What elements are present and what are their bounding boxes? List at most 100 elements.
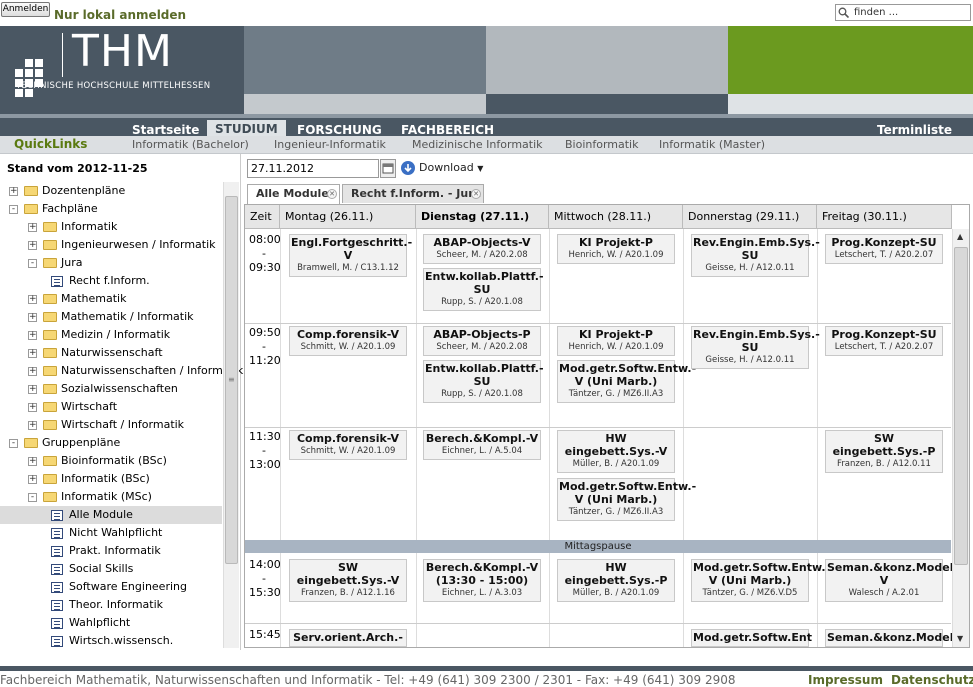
search-input[interactable]: finden ... xyxy=(835,4,971,21)
tree-item[interactable]: Nicht Wahlpflicht xyxy=(0,524,222,542)
tree-item[interactable]: - Informatik (MSc) xyxy=(0,488,222,506)
tree-item[interactable]: + Mathematik / Informatik xyxy=(0,308,222,326)
local-login-link[interactable]: Nur lokal anmelden xyxy=(54,8,186,22)
tree-item[interactable]: + Dozentenpläne xyxy=(0,182,222,200)
event-card[interactable]: Serv.orient.Arch.- xyxy=(289,629,407,647)
thm-logo[interactable]: THM TECHNISCHE HOCHSCHULE MITTELHESSEN xyxy=(0,26,244,114)
expand-icon[interactable]: + xyxy=(28,223,37,232)
expand-icon[interactable]: + xyxy=(28,421,37,430)
scroll-up-icon[interactable]: ▲ xyxy=(957,232,963,241)
tree-item[interactable]: - Jura xyxy=(0,254,222,272)
nav-fachbereich[interactable]: FACHBEREICH xyxy=(401,123,494,137)
expand-icon[interactable]: + xyxy=(28,241,37,250)
event-card[interactable]: Engl.Fortgeschritt.-V Bramwell, M. / C13.… xyxy=(289,234,412,277)
tree-item[interactable]: + Bioinformatik (BSc) xyxy=(0,452,222,470)
tree-item[interactable]: + Mathematik xyxy=(0,290,222,308)
impressum-link[interactable]: Impressum xyxy=(808,673,883,687)
event-card[interactable]: Mod.getr.Softw.Entw.-V (Uni Marb.) Täntze… xyxy=(691,559,830,602)
quicklink-ingenieur-informatik[interactable]: Ingenieur-Informatik xyxy=(274,138,386,151)
event-card[interactable]: Mod.getr.Softw.Entw.-V (Uni Marb.) Täntze… xyxy=(557,360,696,403)
event-card[interactable]: ABAP-Objects-P Scheer, M. / A20.2.08 xyxy=(423,326,541,356)
collapse-icon[interactable]: - xyxy=(28,493,37,502)
schedule-scroll-thumb[interactable] xyxy=(954,247,968,565)
tree-item[interactable]: + Naturwissenschaften / Informatik xyxy=(0,362,243,380)
tree-item[interactable]: Prakt. Informatik xyxy=(0,542,222,560)
nav-forschung[interactable]: FORSCHUNG xyxy=(297,123,382,137)
event-card[interactable]: Rev.Engin.Emb.Sys.-SU Geisse, H. / A12.0.… xyxy=(691,234,820,277)
event-card[interactable]: Entw.kollab.Plattf.-SU Rupp, S. / A20.1.0… xyxy=(423,268,544,311)
event-card[interactable]: KI Projekt-P Henrich, W. / A20.1.09 xyxy=(557,234,675,264)
tree-item[interactable]: - Gruppenpläne xyxy=(0,434,222,452)
expand-icon[interactable]: + xyxy=(28,349,37,358)
tree-item[interactable]: Wahlpflicht xyxy=(0,614,222,632)
collapse-icon[interactable]: - xyxy=(28,259,37,268)
event-card[interactable]: Mod.getr.Softw.Entw.-V (Uni Marb.) Täntze… xyxy=(557,478,696,521)
nav-terminliste[interactable]: Terminliste xyxy=(877,123,952,137)
event-card[interactable]: KI Projekt-P Henrich, W. / A20.1.09 xyxy=(557,326,675,356)
event-card[interactable]: HW eingebett.Sys.-V Müller, B. / A20.1.09 xyxy=(557,430,675,473)
expand-icon[interactable]: + xyxy=(28,457,37,466)
close-icon[interactable]: ✕ xyxy=(327,189,337,199)
event-card[interactable]: Seman.&konz.Model xyxy=(825,629,953,647)
expand-icon[interactable]: + xyxy=(9,187,18,196)
tree-item[interactable]: + Informatik xyxy=(0,218,222,236)
tree-item[interactable]: - Fachpläne xyxy=(0,200,222,218)
tree-item[interactable]: Software Engineering xyxy=(0,578,222,596)
event-card[interactable]: SW eingebett.Sys.-P Franzen, B. / A12.0.1… xyxy=(825,430,943,473)
collapse-icon[interactable]: - xyxy=(9,439,18,448)
event-card[interactable]: Entw.kollab.Plattf.-SU Rupp, S. / A20.1.0… xyxy=(423,360,544,403)
expand-icon[interactable]: + xyxy=(28,475,37,484)
tab-recht-jura[interactable]: Recht f.Inform. - Jura ✕ xyxy=(342,184,484,203)
scroll-down-icon[interactable]: ▼ xyxy=(957,634,963,643)
expand-icon[interactable]: + xyxy=(28,331,37,340)
event-card[interactable]: Mod.getr.Softw.Ent xyxy=(691,629,812,647)
download-button[interactable]: Download ▼ xyxy=(401,160,483,177)
event-card[interactable]: Comp.forensik-V Schmitt, W. / A20.1.09 xyxy=(289,326,407,356)
event-card[interactable]: ABAP-Objects-V Scheer, M. / A20.2.08 xyxy=(423,234,541,264)
expand-icon[interactable]: + xyxy=(28,367,37,376)
tree-item[interactable]: Wirtsch.wissensch. xyxy=(0,632,222,650)
tree-item[interactable]: Theor. Informatik xyxy=(0,596,222,614)
tree-item-label: Naturwissenschaft xyxy=(61,346,163,359)
date-input[interactable]: 27.11.2012 xyxy=(247,159,379,178)
stand-date: Stand vom 2012-11-25 xyxy=(7,162,148,175)
close-icon[interactable]: ✕ xyxy=(471,189,481,199)
tree-item[interactable]: + Naturwissenschaft xyxy=(0,344,222,362)
event-card[interactable]: Seman.&konz.Model.-V Walesch / A.2.01 xyxy=(825,559,962,602)
expand-icon[interactable]: + xyxy=(28,295,37,304)
event-card[interactable]: Prog.Konzept-SU Letschert, T. / A20.2.07 xyxy=(825,234,943,264)
expand-icon[interactable]: + xyxy=(28,313,37,322)
quicklink-informatik-bachelor[interactable]: Informatik (Bachelor) xyxy=(132,138,249,151)
quicklink-medizinische-informatik[interactable]: Medizinische Informatik xyxy=(412,138,543,151)
event-card[interactable]: Comp.forensik-V Schmitt, W. / A20.1.09 xyxy=(289,430,407,460)
login-button[interactable]: Anmelden xyxy=(1,2,50,17)
sidebar-scroll-thumb[interactable]: ≡ xyxy=(225,196,238,564)
tree-item[interactable]: + Ingenieurwesen / Informatik xyxy=(0,236,222,254)
calendar-icon[interactable] xyxy=(380,159,396,178)
event-card[interactable]: Berech.&Kompl.-V Eichner, L. / A.5.04 xyxy=(423,430,541,460)
tree-item[interactable]: + Wirtschaft xyxy=(0,398,222,416)
quicklink-informatik-master[interactable]: Informatik (Master) xyxy=(659,138,765,151)
event-card[interactable]: Berech.&Kompl.-V (13:30 - 15:00) Eichner,… xyxy=(423,559,541,602)
event-card[interactable]: HW eingebett.Sys.-P Müller, B. / A20.1.09 xyxy=(557,559,675,602)
tree-item[interactable]: + Sozialwissenschaften xyxy=(0,380,222,398)
datenschutz-link[interactable]: Datenschutz xyxy=(891,673,973,687)
sidebar-scrollbar[interactable]: ≡ xyxy=(223,182,239,648)
schedule-scrollbar[interactable]: ▲ ▼ xyxy=(952,229,969,647)
collapse-icon[interactable]: - xyxy=(9,205,18,214)
event-card[interactable]: SW eingebett.Sys.-V Franzen, B. / A12.1.1… xyxy=(289,559,407,602)
tree-item[interactable]: Recht f.Inform. xyxy=(0,272,222,290)
expand-icon[interactable]: + xyxy=(28,403,37,412)
tree-item[interactable]: + Informatik (BSc) xyxy=(0,470,222,488)
event-card[interactable]: Rev.Engin.Emb.Sys.-SU Geisse, H. / A12.0.… xyxy=(691,326,820,369)
event-card[interactable]: Prog.Konzept-SU Letschert, T. / A20.2.07 xyxy=(825,326,943,356)
tree-item[interactable]: + Medizin / Informatik xyxy=(0,326,222,344)
tree-item[interactable]: Social Skills xyxy=(0,560,222,578)
quicklink-bioinformatik[interactable]: Bioinformatik xyxy=(565,138,639,151)
tree-item[interactable]: + Wirtschaft / Informatik xyxy=(0,416,222,434)
expand-icon[interactable]: + xyxy=(28,385,37,394)
nav-startseite[interactable]: Startseite xyxy=(132,123,199,137)
tab-alle-module[interactable]: Alle Module ✕ xyxy=(247,184,340,204)
tree-item[interactable]: Alle Module xyxy=(0,506,222,524)
col-header-mittwoch: Mittwoch (28.11.) xyxy=(549,205,683,229)
